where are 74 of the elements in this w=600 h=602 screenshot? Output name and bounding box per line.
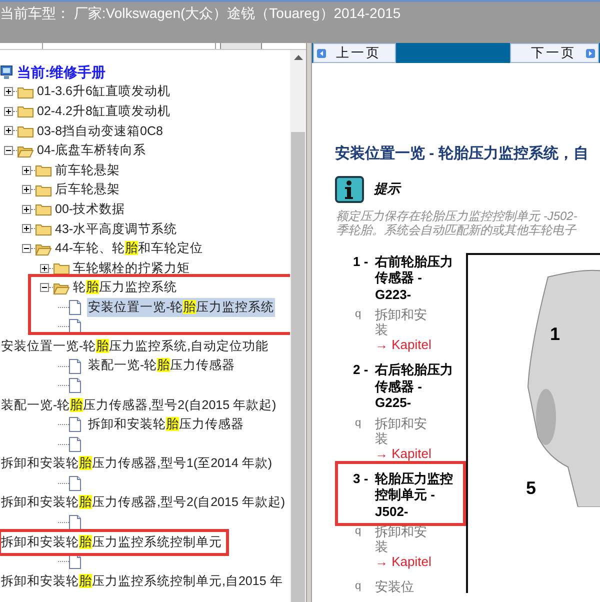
document-icon[interactable] xyxy=(69,378,81,394)
folder-label[interactable]: 后车轮悬架 xyxy=(54,180,121,200)
step-text: 拆卸和安装 xyxy=(375,416,428,446)
folder-label[interactable]: 44-车轮、轮胎和车轮定位 xyxy=(54,239,204,258)
collapse-icon[interactable] xyxy=(22,244,31,254)
tree-root[interactable]: 当前:维修手册 xyxy=(17,62,106,82)
expand-icon[interactable] xyxy=(22,166,31,175)
expand-icon[interactable] xyxy=(4,126,13,136)
document-link[interactable]: 拆卸和安装轮胎压力传感器,型号2(自2015 年款起) xyxy=(0,493,286,514)
folder-label[interactable]: 车轮螺栓的拧紧力矩 xyxy=(72,258,191,278)
collapse-icon[interactable] xyxy=(4,146,13,156)
document-link[interactable]: 安装位置一览-轮胎压力监控系统,自动定位功能 xyxy=(0,336,270,356)
step-text: 拆卸和安装 xyxy=(375,307,428,337)
document-icon[interactable] xyxy=(69,476,81,492)
expand-icon[interactable] xyxy=(22,204,31,214)
callout-number: 5 xyxy=(526,476,536,500)
expand-icon[interactable] xyxy=(22,224,31,234)
bullet: q xyxy=(354,416,362,430)
folder-label[interactable]: 轮胎压力监控系统 xyxy=(72,278,178,298)
step-text: 拆卸和安装 xyxy=(375,524,428,554)
document-link[interactable]: 装配一览-轮胎压力传感器 xyxy=(87,356,236,376)
legend-label: 轮胎压力监控控制单元 -J502- xyxy=(375,470,453,520)
document-link[interactable]: 拆卸和安装轮胎压力监控系统控制单元,自2015 年 xyxy=(0,572,284,592)
document-icon[interactable] xyxy=(69,358,81,374)
folder-label[interactable]: 02-4.2升8缸直喷发动机 xyxy=(36,102,172,121)
callout-number: 1 xyxy=(550,322,560,346)
bullet: q xyxy=(354,307,362,322)
step-text: 安装位 xyxy=(375,579,415,594)
expand-icon[interactable] xyxy=(4,106,13,116)
document-link[interactable]: 拆卸和安装轮胎压力传感器 xyxy=(87,415,245,435)
document-icon[interactable] xyxy=(69,417,81,432)
collapse-icon[interactable] xyxy=(40,283,49,292)
document-icon[interactable] xyxy=(69,319,81,334)
legend-number: 3 - xyxy=(353,470,370,488)
legend-label: 右后轮胎压力传感器 -G225- xyxy=(375,362,453,412)
folder-label[interactable]: 43-水平高度调节系统 xyxy=(54,220,178,238)
chapter-link[interactable]: → Kapitel xyxy=(375,446,435,460)
expand-icon[interactable] xyxy=(22,185,31,194)
folder-label[interactable]: 04-底盘车桥转向系 xyxy=(36,141,148,160)
computer-icon[interactable] xyxy=(0,64,13,80)
folder-label[interactable]: 00-技术数据 xyxy=(54,200,126,219)
previous-page-button[interactable]: 上一页 xyxy=(313,43,396,63)
note-text: 额定压力保存在轮胎压力监控控制单元 -J502- xyxy=(336,208,578,222)
info-icon xyxy=(335,176,364,202)
arrow-right-icon xyxy=(586,48,595,58)
expand-icon[interactable] xyxy=(40,264,49,273)
document-link[interactable]: 装配一览-轮胎压力传感器,型号2(自2015 年款起) xyxy=(0,396,278,416)
legend-label: 右前轮胎压力传感器 -G223- xyxy=(375,254,453,303)
expand-icon[interactable] xyxy=(4,87,13,96)
scrollbar[interactable] xyxy=(290,50,306,602)
note-text: 季轮胎。系统会自动匹配新的或其他车轮电子 xyxy=(336,222,578,236)
document-icon[interactable] xyxy=(69,300,81,315)
document-icon[interactable] xyxy=(69,436,81,452)
scroll-up-icon[interactable] xyxy=(294,55,302,60)
document-icon[interactable] xyxy=(69,515,81,530)
chapter-link[interactable]: → Kapitel xyxy=(375,554,435,569)
legend-number: 2 - xyxy=(353,362,370,379)
folder-label[interactable]: 01-3.6升6缸直喷发动机 xyxy=(36,82,172,102)
legend-number: 1 - xyxy=(353,254,370,270)
chapter-link[interactable]: → Kapitel xyxy=(375,337,435,352)
document-link[interactable]: 拆卸和安装轮胎压力监控系统控制单元 xyxy=(0,532,223,552)
folder-icon[interactable] xyxy=(53,261,70,276)
next-page-button[interactable]: 下一页 xyxy=(510,43,599,63)
bullet: q xyxy=(354,579,362,594)
note-title: 提示 xyxy=(374,180,400,198)
folder-label[interactable]: 03-8挡自动变速箱0C8 xyxy=(36,122,164,140)
window-title: 当前车型： 厂家:Volkswagen(大众）途锐（Touareg）2014-2015 xyxy=(0,4,402,22)
scroll-thumb[interactable] xyxy=(291,132,305,602)
page-heading: 安装位置一览 - 轮胎压力监控系统，自 xyxy=(335,144,590,164)
document-link[interactable]: 拆卸和安装轮胎压力传感器,型号1(至2014 年款) xyxy=(0,454,274,474)
document-link[interactable]: 安装位置一览-轮胎压力监控系统 xyxy=(87,298,276,318)
bullet: q xyxy=(354,524,362,539)
arrow-left-icon xyxy=(317,48,326,58)
folder-label[interactable]: 前车轮悬架 xyxy=(54,160,121,180)
